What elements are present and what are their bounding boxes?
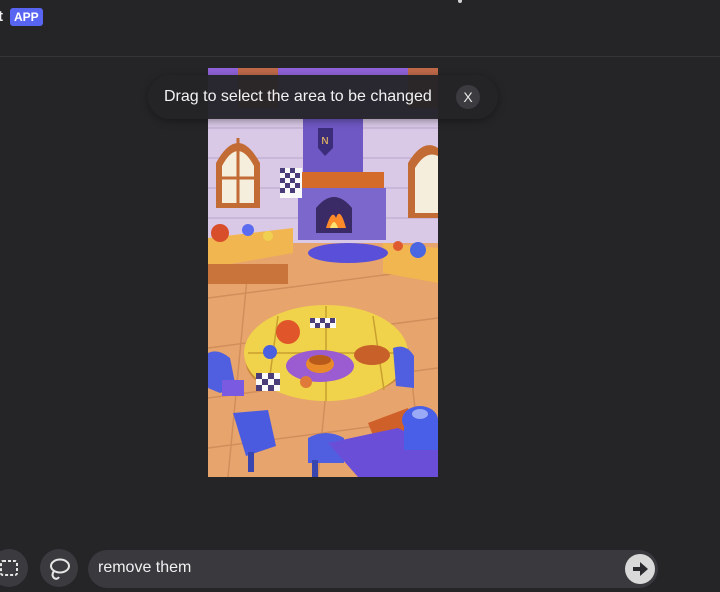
svg-text:N: N [321,136,328,147]
send-button[interactable] [625,554,655,584]
tooltip-text: Drag to select the area to be changed [164,88,432,105]
drag-hint-tooltip: Drag to select the area to be changed X [148,75,498,119]
lasso-icon [50,558,70,580]
select-area-button[interactable] [0,549,28,587]
top-indicator [458,0,462,3]
app-name: t [0,8,3,25]
prompt-field[interactable] [88,550,658,588]
close-icon: X [463,89,473,105]
canvas-area: N Drag to select the area to be changed … [0,57,720,527]
prompt-bar [0,545,720,588]
close-button[interactable]: X [456,85,480,109]
dashed-rectangle-icon [0,560,18,576]
top-bar: t APP [0,0,720,57]
arrow-right-icon [633,562,648,576]
lasso-button[interactable] [40,549,78,587]
generated-image[interactable]: N [208,68,438,477]
tavern-scene-image: N [208,68,438,477]
prompt-input[interactable] [98,559,598,577]
app-badge: APP [10,8,43,26]
